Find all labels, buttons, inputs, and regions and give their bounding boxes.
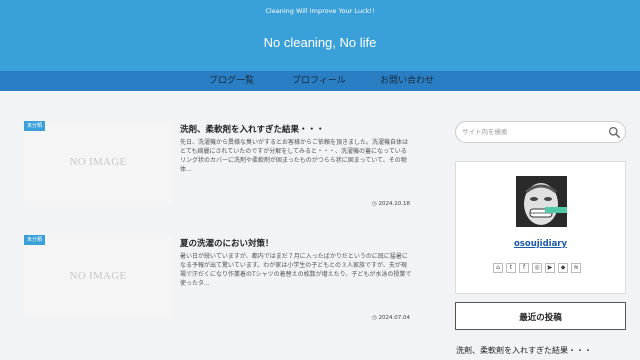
category-badge: 未分類 [24,121,46,131]
nav-item-blog-list[interactable]: ブログ一覧 [209,71,254,91]
search-input[interactable] [462,126,602,138]
post-excerpt: 先日、洗濯機から異様な臭いがするとお客様からご依頼を頂きました。洗濯機自体はとて… [180,139,409,173]
post-thumbnail[interactable]: NO IMAGE [24,235,172,319]
post-date-text: 2024.07.04 [378,315,411,321]
post-title[interactable]: 洗剤、柔軟剤を入れすぎた結果・・・ [180,123,325,135]
category-badge: 未分類 [24,235,46,245]
post-excerpt: 暑い日が続いていますが、都内ではまだ７月に入ったばかりだというのに既に猛暑になる… [180,253,412,287]
rss-icon[interactable]: ≋ [571,263,581,273]
post-date: ◷ 2024.10.18 [372,201,410,207]
post-date-text: 2024.10.18 [378,201,411,207]
twitter-icon[interactable]: t [506,263,516,273]
feedly-icon[interactable]: ◆ [558,263,568,273]
profile-name-link[interactable]: osoujidiary [456,239,625,249]
clock-icon: ◷ [371,315,377,321]
instagram-icon[interactable]: ◎ [532,263,542,273]
nav-item-profile[interactable]: プロフィール [292,71,346,91]
avatar [516,176,567,227]
global-nav: ブログ一覧 プロフィール お問い合わせ [0,71,640,91]
no-image-placeholder: NO IMAGE [69,270,127,282]
no-image-placeholder: NO IMAGE [69,156,127,168]
site-title[interactable]: No cleaning, No life [0,35,640,50]
clock-icon: ◷ [371,201,377,207]
post-card[interactable]: NO IMAGE 未分類 洗剤、柔軟剤を入れすぎた結果・・・ 先日、洗濯機から異… [22,121,412,211]
profile-widget: osoujidiary ⌂ t f ◎ ▶ ◆ ≋ [455,161,626,294]
home-icon[interactable]: ⌂ [493,263,503,273]
post-title[interactable]: 夏の洗濯のにおい対策！ [180,237,274,249]
facebook-icon[interactable]: f [519,263,529,273]
post-date: ◷ 2024.07.04 [372,315,410,321]
site-tagline: Cleaning Will Improve Your Luck!! [265,7,375,15]
search-icon[interactable] [608,126,621,139]
recent-posts-label: 最近の投稿 [519,313,562,323]
recent-post-link[interactable]: 洗剤、柔軟剤を入れすぎた結果・・・ [456,345,592,356]
nav-item-contact[interactable]: お問い合わせ [380,71,434,91]
youtube-icon[interactable]: ▶ [545,263,555,273]
search-box [455,121,626,143]
site-header: Cleaning Will Improve Your Luck!! No cle… [0,0,640,71]
sns-links: ⌂ t f ◎ ▶ ◆ ≋ [493,263,584,273]
post-card[interactable]: NO IMAGE 未分類 夏の洗濯のにおい対策！ 暑い日が続いていますが、都内で… [22,235,412,325]
post-thumbnail[interactable]: NO IMAGE [24,121,172,205]
recent-posts-heading: 最近の投稿 [455,302,626,330]
